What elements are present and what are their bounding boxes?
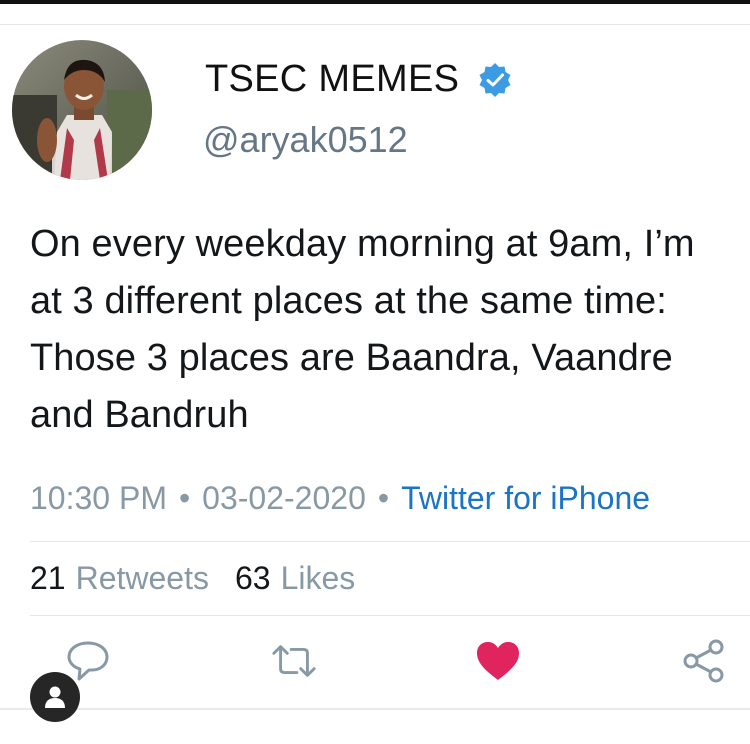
meta-separator: •	[178, 480, 191, 516]
tweet-text-line: and Bandruh	[30, 394, 249, 436]
share-icon	[683, 639, 724, 683]
meta-separator: •	[377, 480, 390, 516]
tweet-date: 03-02-2020	[202, 480, 366, 516]
tweet-text-line: On every weekday morning at 9am, I’m	[30, 223, 695, 265]
retweets-count[interactable]: 21	[30, 560, 66, 597]
likes-count[interactable]: 63	[235, 560, 271, 597]
retweets-label[interactable]: Retweets	[76, 560, 209, 597]
display-name[interactable]: TSEC MEMES	[205, 58, 459, 101]
reply-icon	[67, 641, 109, 681]
heart-icon	[477, 642, 519, 680]
like-button[interactable]	[474, 637, 522, 685]
tweet-text-line: Those 3 places are Baandra, Vaandre	[30, 337, 673, 379]
author-row: TSEC MEMES	[205, 58, 513, 101]
verified-badge-icon	[477, 62, 513, 98]
stats-bottom-divider	[30, 615, 750, 616]
footer-divider	[0, 708, 750, 710]
tweet-text-line: at 3 different places at the same time:	[30, 280, 667, 322]
retweet-icon	[272, 645, 316, 677]
tweet-stats: 21 Retweets 63 Likes	[30, 560, 355, 597]
tweet-meta: 10:30 PM • 03-02-2020 • Twitter for iPho…	[30, 480, 650, 517]
profile-overlay-button[interactable]	[30, 672, 80, 722]
avatar[interactable]	[12, 40, 152, 180]
top-border	[0, 0, 750, 4]
likes-label[interactable]: Likes	[281, 560, 356, 597]
retweet-button[interactable]	[270, 637, 318, 685]
user-handle[interactable]: @aryak0512	[203, 119, 408, 161]
avatar-image	[12, 40, 152, 180]
person-icon	[45, 686, 65, 708]
tweet-text: On every weekday morning at 9am, I’m at …	[30, 216, 730, 444]
share-button[interactable]	[680, 637, 728, 685]
stats-top-divider	[30, 541, 750, 542]
tweet-time: 10:30 PM	[30, 480, 167, 516]
tweet-source-link[interactable]: Twitter for iPhone	[401, 480, 650, 517]
header-divider	[0, 24, 750, 25]
